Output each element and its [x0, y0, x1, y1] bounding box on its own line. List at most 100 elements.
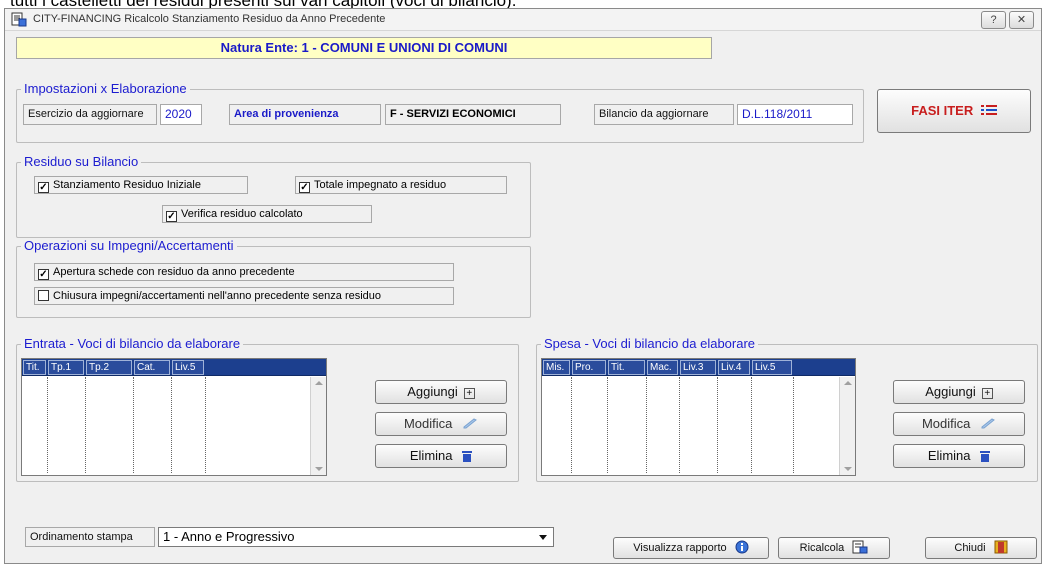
title-bar: CITY-FINANCING Ricalcolo Stanziamento Re…	[5, 9, 1041, 31]
esercizio-field[interactable]: 2020	[160, 104, 202, 125]
column-divider	[171, 377, 172, 473]
column-divider	[679, 377, 680, 473]
column-header[interactable]: Mis.	[543, 360, 570, 375]
checkbox-label: Verifica residuo calcolato	[181, 208, 303, 220]
entrata-modifica-button[interactable]: Modifica	[375, 412, 507, 436]
elimina-label: Elimina	[927, 448, 971, 463]
elimina-label: Elimina	[409, 448, 453, 463]
column-divider	[85, 377, 86, 473]
modifica-label: Modifica	[403, 416, 453, 431]
ricalcola-button[interactable]: Ricalcola	[778, 537, 890, 559]
column-header[interactable]: Tit.	[23, 360, 46, 375]
checkbox-label: Totale impegnato a residuo	[314, 179, 447, 191]
list-icon	[980, 105, 997, 115]
column-header[interactable]: Liv.3	[680, 360, 716, 375]
calculator-icon	[852, 540, 868, 554]
residuo-title: Residuo su Bilancio	[21, 154, 142, 169]
operazioni-title: Operazioni su Impegni/Accertamenti	[21, 238, 237, 253]
entrata-grid-header: Tit. Tp.1 Tp.2 Cat. Liv.5	[22, 359, 326, 376]
info-icon	[735, 540, 749, 554]
column-divider	[646, 377, 647, 473]
help-button[interactable]: ?	[981, 11, 1006, 29]
edit-pencil-icon	[463, 418, 477, 429]
checkbox-label: Apertura schede con residuo da anno prec…	[53, 266, 295, 278]
column-header[interactable]: Pro.	[572, 360, 606, 375]
checkbox-label: Chiusura impegni/accertamenti nell'anno …	[53, 290, 382, 302]
spesa-group: Spesa - Voci di bilancio da elaborare Mi…	[536, 336, 1038, 482]
ricalcola-label: Ricalcola	[799, 542, 845, 554]
trash-icon	[980, 451, 991, 462]
help-icon: ?	[990, 14, 997, 26]
scroll-up-icon[interactable]	[844, 381, 852, 385]
apertura-schede-checkbox[interactable]: ✓ Apertura schede con residuo da anno pre…	[34, 263, 454, 281]
dialog-window: CITY-FINANCING Ricalcolo Stanziamento Re…	[4, 8, 1042, 564]
spesa-modifica-button[interactable]: Modifica	[893, 412, 1025, 436]
column-divider	[793, 377, 794, 473]
plus-icon: +	[981, 388, 993, 399]
area-field[interactable]: F - SERVIZI ECONOMICI	[385, 104, 561, 125]
chiusura-impegni-checkbox[interactable]: Chiusura impegni/accertamenti nell'anno …	[34, 287, 454, 305]
close-icon: ✕	[1016, 14, 1027, 26]
fasi-iter-button[interactable]: FASI ITER	[877, 89, 1031, 133]
column-header[interactable]: Cat.	[134, 360, 170, 375]
spesa-grid[interactable]: Mis. Pro. Tit. Mac. Liv.3 Liv.4 Liv.5	[541, 358, 856, 476]
close-window-button[interactable]: ✕	[1009, 11, 1034, 29]
verifica-residuo-checkbox[interactable]: ✓ Verifica residuo calcolato	[162, 205, 372, 223]
column-header[interactable]: Mac.	[647, 360, 678, 375]
trash-icon	[462, 451, 473, 462]
ordinamento-select[interactable]: 1 - Anno e Progressivo	[158, 527, 554, 547]
spesa-scrollbar[interactable]	[839, 377, 855, 475]
column-header[interactable]: Liv.5	[752, 360, 792, 375]
entrata-grid[interactable]: Tit. Tp.1 Tp.2 Cat. Liv.5	[21, 358, 327, 476]
window-title: CITY-FINANCING Ricalcolo Stanziamento Re…	[33, 13, 386, 25]
scroll-up-icon[interactable]	[315, 381, 323, 385]
totale-impegnato-checkbox[interactable]: ✓ Totale impegnato a residuo	[295, 176, 507, 194]
modifica-label: Modifica	[921, 416, 971, 431]
aggiungi-label: Aggiungi	[925, 384, 976, 399]
column-header[interactable]: Tit.	[608, 360, 645, 375]
entrata-elimina-button[interactable]: Elimina	[375, 444, 507, 468]
impostazioni-title: Impostazioni x Elaborazione	[21, 81, 190, 96]
stanziamento-checkbox[interactable]: ✓ Stanziamento Residuo Iniziale	[34, 176, 248, 194]
checkbox-label: Stanziamento Residuo Iniziale	[53, 179, 201, 191]
area-label: Area di provenienza	[229, 104, 381, 125]
column-divider	[751, 377, 752, 473]
spesa-aggiungi-button[interactable]: Aggiungi +	[893, 380, 1025, 404]
chiudi-label: Chiudi	[954, 542, 986, 554]
chiudi-button[interactable]: Chiudi	[925, 537, 1037, 559]
column-header[interactable]: Tp.1	[48, 360, 84, 375]
entrata-aggiungi-button[interactable]: Aggiungi +	[375, 380, 507, 404]
entrata-title: Entrata - Voci di bilancio da elaborare	[21, 336, 244, 351]
bilancio-field[interactable]: D.L.118/2011	[737, 104, 853, 125]
entrata-group: Entrata - Voci di bilancio da elaborare …	[16, 336, 519, 482]
column-header[interactable]: Liv.4	[718, 360, 750, 375]
ordinamento-value: 1 - Anno e Progressivo	[163, 529, 295, 544]
column-header[interactable]: Liv.5	[172, 360, 204, 375]
spesa-grid-header: Mis. Pro. Tit. Mac. Liv.3 Liv.4 Liv.5	[542, 359, 855, 376]
column-divider	[607, 377, 608, 473]
esercizio-label: Esercizio da aggiornare	[23, 104, 157, 125]
exit-door-icon	[994, 540, 1008, 554]
spesa-elimina-button[interactable]: Elimina	[893, 444, 1025, 468]
entrata-scrollbar[interactable]	[310, 377, 326, 475]
visualizza-rapporto-button[interactable]: Visualizza rapporto	[613, 537, 769, 559]
impostazioni-group: Impostazioni x Elaborazione Esercizio da…	[16, 81, 864, 143]
checkbox-box: ✓	[38, 182, 49, 193]
plus-icon: +	[463, 388, 475, 399]
scroll-down-icon[interactable]	[844, 467, 852, 471]
residuo-group: Residuo su Bilancio ✓ Stanziamento Residu…	[16, 154, 531, 238]
column-divider	[133, 377, 134, 473]
column-divider	[47, 377, 48, 473]
aggiungi-label: Aggiungi	[407, 384, 458, 399]
visualizza-label: Visualizza rapporto	[633, 542, 727, 554]
column-divider	[205, 377, 206, 473]
checkbox-box: ✓	[166, 211, 177, 222]
column-header[interactable]: Tp.2	[86, 360, 132, 375]
scroll-down-icon[interactable]	[315, 467, 323, 471]
checkbox-box: ✓	[299, 182, 310, 193]
dropdown-arrow-icon[interactable]	[539, 535, 547, 540]
checkbox-box	[38, 290, 49, 301]
bilancio-label: Bilancio da aggiornare	[594, 104, 734, 125]
app-icon	[11, 12, 27, 27]
fasi-iter-label: FASI ITER	[911, 103, 974, 118]
